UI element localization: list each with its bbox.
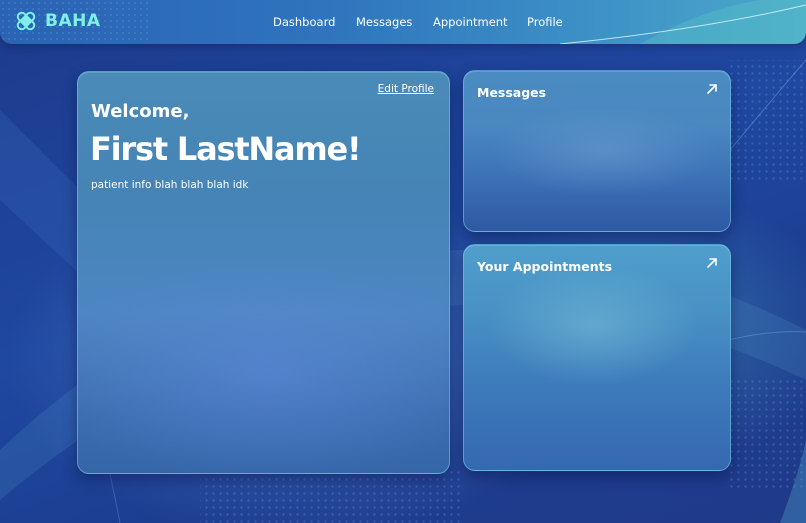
- arrow-up-right-icon[interactable]: [706, 83, 718, 95]
- appointments-card[interactable]: Your Appointments: [463, 244, 731, 471]
- bandage-icon: [16, 11, 36, 31]
- nav-profile[interactable]: Profile: [527, 15, 563, 29]
- nav-messages[interactable]: Messages: [356, 15, 412, 29]
- welcome-card: Edit Profile Welcome, First LastName! pa…: [77, 71, 450, 474]
- arrow-up-right-icon[interactable]: [706, 257, 718, 269]
- messages-card-title: Messages: [477, 85, 547, 100]
- appointments-card-title: Your Appointments: [477, 259, 613, 274]
- top-navbar: BAHA Dashboard Messages Appointment Prof…: [0, 0, 806, 44]
- nav-appointment[interactable]: Appointment: [433, 15, 508, 29]
- brand-logo[interactable]: BAHA: [15, 10, 101, 32]
- patient-info: patient info blah blah blah idk: [91, 179, 249, 191]
- nav-dashboard[interactable]: Dashboard: [273, 15, 335, 29]
- patient-name: First LastName!: [90, 130, 362, 168]
- welcome-greeting: Welcome,: [91, 101, 190, 122]
- messages-card[interactable]: Messages: [463, 70, 731, 232]
- edit-profile-link[interactable]: Edit Profile: [378, 83, 434, 95]
- brand-name: BAHA: [45, 11, 101, 31]
